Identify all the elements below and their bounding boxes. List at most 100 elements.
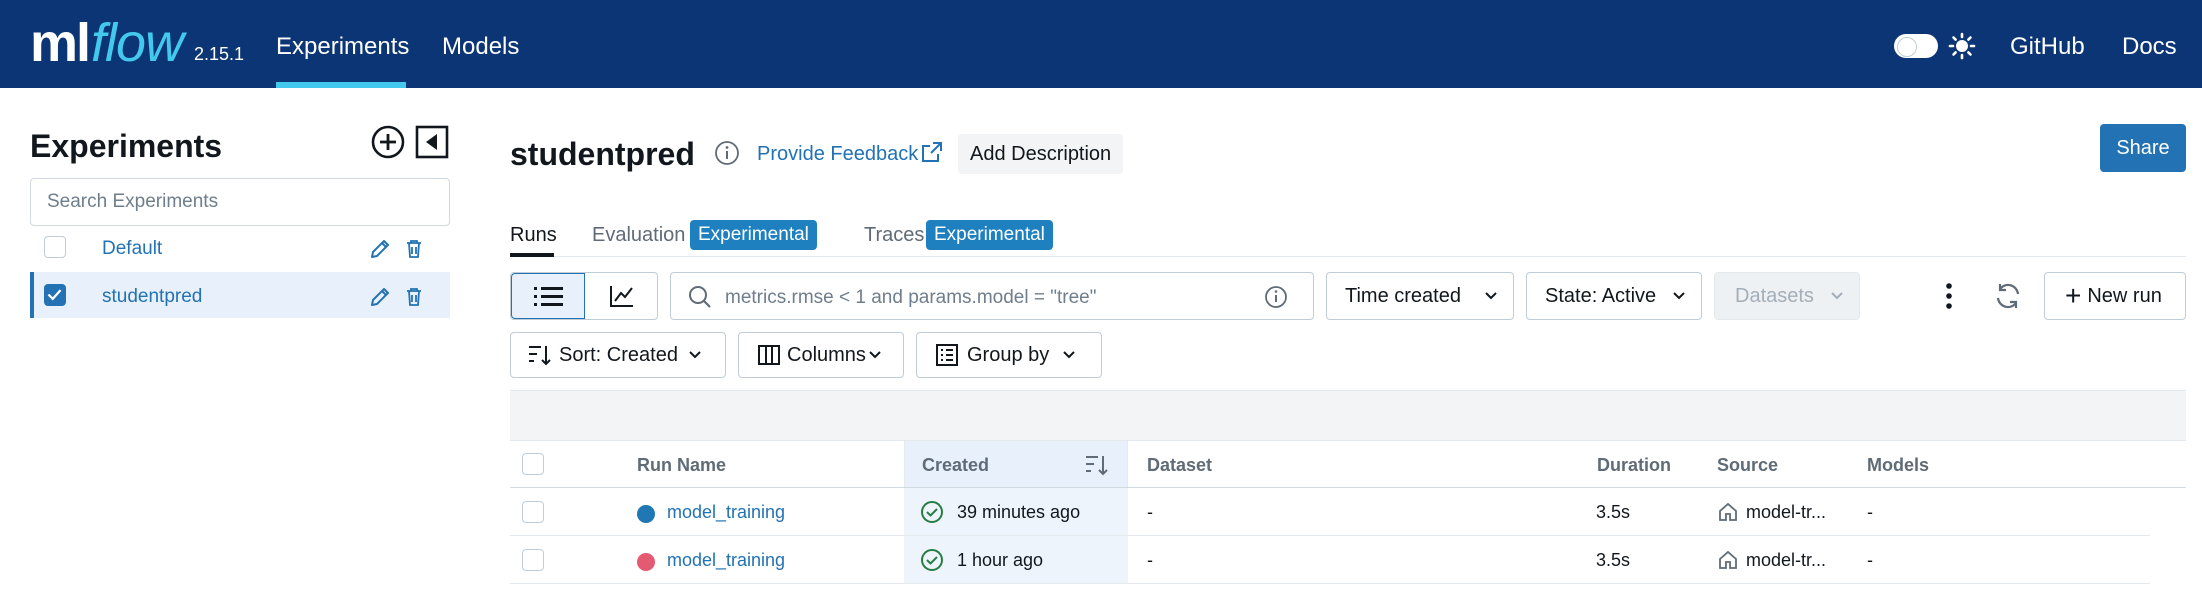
created-value: 1 hour ago [957, 550, 1044, 570]
experimental-badge: Experimental [926, 220, 1053, 250]
time-created-dropdown[interactable]: Time created [1326, 272, 1514, 320]
logo-ml: ml [30, 13, 91, 73]
chevron-down-icon [689, 351, 701, 359]
nav-models[interactable]: Models [442, 33, 519, 61]
sort-icon [529, 346, 551, 366]
view-mode-toggle [510, 272, 658, 320]
column-header-models[interactable]: Models [1867, 455, 1929, 476]
chevron-down-icon [1831, 292, 1843, 300]
time-created-label: Time created [1345, 285, 1461, 307]
edit-icon[interactable] [368, 285, 392, 309]
chevron-down-icon [1063, 351, 1075, 359]
experiment-name[interactable]: studentpred [102, 286, 202, 308]
logo-flow: flow [91, 13, 184, 73]
search-experiments-input[interactable] [30, 178, 450, 226]
sort-label: Sort: Created [559, 344, 678, 366]
edit-icon[interactable] [368, 237, 392, 261]
state-dropdown[interactable]: State: Active [1526, 272, 1702, 320]
duration-value: 3.5s [1596, 550, 1631, 570]
theme-toggle[interactable] [1894, 34, 1938, 58]
run-color-dot[interactable] [637, 505, 655, 523]
dataset-value: - [1147, 550, 1153, 570]
row-checkbox[interactable] [522, 549, 544, 571]
source-value[interactable]: model-tr... [1746, 502, 1826, 523]
dataset-value: - [1147, 502, 1153, 522]
tab-traces[interactable]: Traces [864, 224, 924, 247]
run-name-link[interactable]: model_training [667, 502, 785, 523]
nav-active-indicator [276, 82, 406, 88]
top-navbar: ml flow 2.15.1 Experiments Models GitHub… [0, 0, 2202, 88]
tab-active-indicator [510, 253, 554, 257]
column-header-run-name[interactable]: Run Name [637, 455, 726, 476]
chart-icon [610, 286, 633, 307]
table-row[interactable]: model_training 1 hour ago - 3.5s model-t… [510, 536, 2150, 584]
run-filter-input[interactable]: metrics.rmse < 1 and params.model = "tre… [670, 272, 1314, 320]
models-value: - [1867, 550, 1873, 570]
columns-icon [758, 345, 780, 365]
sort-descending-icon[interactable] [1084, 453, 1110, 477]
refresh-icon[interactable] [1992, 280, 2024, 312]
add-experiment-icon[interactable] [370, 124, 406, 160]
chevron-down-icon [869, 351, 881, 359]
success-icon [921, 501, 943, 523]
collapse-sidebar-icon[interactable] [414, 124, 450, 160]
column-header-duration[interactable]: Duration [1597, 455, 1671, 476]
plus-icon: + [2065, 280, 2082, 311]
sun-icon[interactable] [1948, 32, 1976, 60]
notebook-source-icon [1719, 502, 1737, 521]
group-by-dropdown[interactable]: Group by [916, 332, 1102, 378]
duration-value: 3.5s [1596, 502, 1631, 522]
datasets-dropdown[interactable]: Datasets [1714, 272, 1860, 320]
run-name-link[interactable]: model_training [667, 550, 785, 571]
select-all-checkbox[interactable] [522, 453, 544, 475]
info-icon[interactable] [714, 140, 740, 166]
chart-view-button[interactable] [585, 273, 657, 319]
share-button[interactable]: Share [2100, 124, 2186, 172]
group-by-label: Group by [967, 344, 1050, 366]
add-description-button[interactable]: Add Description [958, 134, 1124, 174]
column-header-dataset[interactable]: Dataset [1147, 455, 1212, 476]
row-checkbox[interactable] [522, 501, 544, 523]
source-value[interactable]: model-tr... [1746, 550, 1826, 571]
state-label: State: Active [1545, 285, 1657, 307]
chevron-down-icon [1673, 292, 1685, 300]
column-header-created[interactable]: Created [922, 455, 989, 476]
datasets-label: Datasets [1735, 285, 1814, 307]
tab-runs[interactable]: Runs [510, 224, 557, 247]
search-icon [689, 286, 711, 308]
table-view-button[interactable] [511, 273, 585, 319]
new-run-label: New run [2087, 285, 2162, 307]
trash-icon[interactable] [402, 285, 426, 309]
more-options-icon[interactable] [1934, 280, 1964, 312]
models-value: - [1867, 502, 1873, 522]
table-header: Run Name Created Dataset Duration Source… [510, 440, 2186, 488]
external-link-icon[interactable] [920, 140, 944, 164]
notebook-source-icon [1719, 550, 1737, 569]
info-icon[interactable] [1263, 284, 1289, 310]
sidebar-item-default[interactable]: Default [30, 226, 450, 272]
created-value: 39 minutes ago [957, 502, 1081, 522]
list-icon [534, 287, 563, 306]
columns-label: Columns [787, 344, 866, 366]
experiment-checkbox[interactable] [44, 236, 66, 258]
nav-github[interactable]: GitHub [2010, 33, 2085, 61]
nav-docs[interactable]: Docs [2122, 33, 2177, 61]
sort-dropdown[interactable]: Sort: Created [510, 332, 726, 378]
check-icon [47, 289, 62, 301]
provide-feedback-link[interactable]: Provide Feedback [757, 143, 918, 166]
group-icon [936, 344, 958, 366]
columns-dropdown[interactable]: Columns [738, 332, 904, 378]
chevron-down-icon [1485, 292, 1497, 300]
sidebar-item-studentpred[interactable]: studentpred [30, 272, 450, 318]
run-color-dot[interactable] [637, 553, 655, 571]
table-row[interactable]: model_training 39 minutes ago - 3.5s mod… [510, 488, 2150, 536]
column-header-source[interactable]: Source [1717, 455, 1778, 476]
trash-icon[interactable] [402, 237, 426, 261]
experiment-name[interactable]: Default [102, 238, 162, 260]
mlflow-logo[interactable]: ml flow [30, 13, 184, 73]
tab-evaluation[interactable]: Evaluation [592, 224, 685, 247]
nav-experiments[interactable]: Experiments [276, 33, 409, 61]
filter-placeholder: metrics.rmse < 1 and params.model = "tre… [725, 287, 1097, 308]
experiment-checkbox-checked[interactable] [44, 284, 66, 306]
new-run-button[interactable]: + New run [2044, 272, 2186, 320]
